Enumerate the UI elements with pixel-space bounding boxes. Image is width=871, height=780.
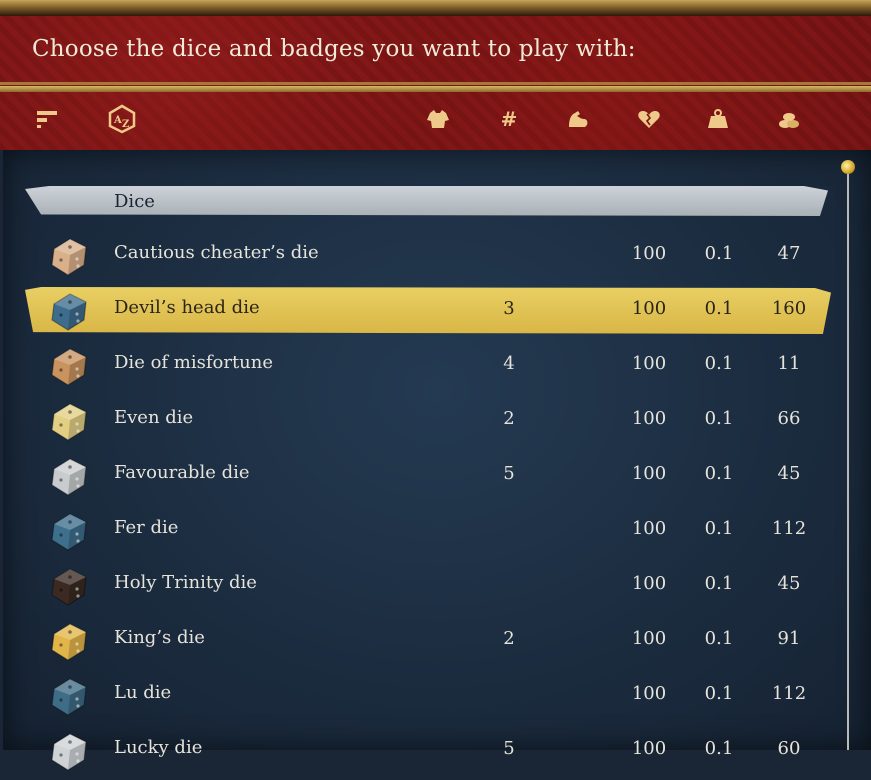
die-count: 4	[503, 353, 515, 374]
svg-text:A: A	[113, 115, 122, 126]
coins-icon[interactable]	[776, 106, 802, 132]
die-icon	[51, 513, 87, 551]
die-icon	[51, 733, 87, 771]
section-label-dice: Dice	[114, 191, 155, 212]
top-frame	[0, 0, 871, 16]
die-row[interactable]: Favourable die 5 100 0.1 45	[0, 450, 871, 505]
die-name: Even die	[114, 407, 194, 428]
die-stat-health: 100	[631, 683, 667, 704]
die-stat-weight: 0.1	[704, 683, 734, 704]
shirt-icon[interactable]	[425, 106, 451, 132]
die-stat-price: 47	[777, 243, 801, 264]
die-icon	[51, 458, 87, 496]
weight-icon[interactable]	[705, 106, 731, 132]
die-count: 2	[503, 628, 515, 649]
die-row[interactable]: Lucky die 5 100 0.1 60	[0, 725, 871, 780]
die-name: King’s die	[114, 627, 205, 648]
die-name: Die of misfortune	[114, 352, 274, 373]
die-stat-weight: 0.1	[704, 353, 734, 374]
die-count: 3	[503, 298, 515, 319]
die-icon	[51, 238, 87, 276]
die-stat-price: 112	[771, 683, 807, 704]
die-stat-health: 100	[631, 353, 667, 374]
die-name: Holy Trinity die	[114, 572, 257, 593]
die-stat-health: 100	[631, 573, 667, 594]
die-stat-weight: 0.1	[704, 408, 734, 429]
die-stat-weight: 0.1	[704, 573, 734, 594]
die-count: 5	[503, 738, 515, 759]
die-stat-price: 66	[777, 408, 801, 429]
sort-bars-icon[interactable]	[34, 106, 60, 132]
die-stat-weight: 0.1	[704, 738, 734, 759]
hash-count-icon[interactable]: #	[496, 106, 522, 132]
die-stat-weight: 0.1	[704, 298, 734, 319]
die-stat-health: 100	[631, 408, 667, 429]
die-name: Lucky die	[114, 737, 203, 758]
page-title: Choose the dice and badges you want to p…	[32, 36, 636, 62]
die-stat-price: 112	[771, 518, 807, 539]
die-stat-price: 91	[777, 628, 801, 649]
die-stat-health: 100	[631, 628, 667, 649]
die-stat-health: 100	[631, 298, 667, 319]
die-stat-health: 100	[631, 518, 667, 539]
die-icon	[51, 293, 87, 331]
svg-text:Z: Z	[122, 119, 129, 130]
die-stat-health: 100	[631, 243, 667, 264]
die-row[interactable]: Even die 2 100 0.1 66	[0, 395, 871, 450]
die-row[interactable]: Devil’s head die 3 100 0.1 160	[0, 285, 871, 340]
title-bar: Choose the dice and badges you want to p…	[0, 16, 871, 85]
die-stat-health: 100	[631, 463, 667, 484]
die-icon	[51, 568, 87, 606]
die-stat-health: 100	[631, 738, 667, 759]
die-stat-price: 45	[777, 573, 801, 594]
die-row[interactable]: Die of misfortune 4 100 0.1 11	[0, 340, 871, 395]
die-stat-price: 160	[771, 298, 807, 319]
die-icon	[51, 348, 87, 386]
die-stat-price: 60	[777, 738, 801, 759]
die-row[interactable]: King’s die 2 100 0.1 91	[0, 615, 871, 670]
die-count: 2	[503, 408, 515, 429]
die-stat-price: 11	[777, 353, 801, 374]
alphabetical-sort-icon[interactable]: AZ	[107, 104, 137, 134]
die-name: Cautious cheater’s die	[114, 242, 319, 263]
die-name: Devil’s head die	[114, 297, 260, 318]
die-name: Lu die	[114, 682, 172, 703]
die-row[interactable]: Fer die 100 0.1 112	[0, 505, 871, 560]
die-name: Fer die	[114, 517, 179, 538]
die-icon	[51, 623, 87, 661]
die-count: 5	[503, 463, 515, 484]
scroll-knob[interactable]	[841, 160, 855, 174]
die-row[interactable]: Cautious cheater’s die 100 0.1 47	[0, 230, 871, 285]
die-name: Favourable die	[114, 462, 250, 483]
die-stat-weight: 0.1	[704, 243, 734, 264]
die-stat-weight: 0.1	[704, 463, 734, 484]
die-row[interactable]: Lu die 100 0.1 112	[0, 670, 871, 725]
strength-arm-icon[interactable]	[565, 106, 591, 132]
die-row[interactable]: Holy Trinity die 100 0.1 45	[0, 560, 871, 615]
die-stat-weight: 0.1	[704, 628, 734, 649]
die-icon	[51, 403, 87, 441]
die-icon	[51, 678, 87, 716]
die-stat-price: 45	[777, 463, 801, 484]
health-heart-icon[interactable]	[636, 106, 662, 132]
column-header-bar: AZ #	[0, 92, 871, 148]
die-stat-weight: 0.1	[704, 518, 734, 539]
